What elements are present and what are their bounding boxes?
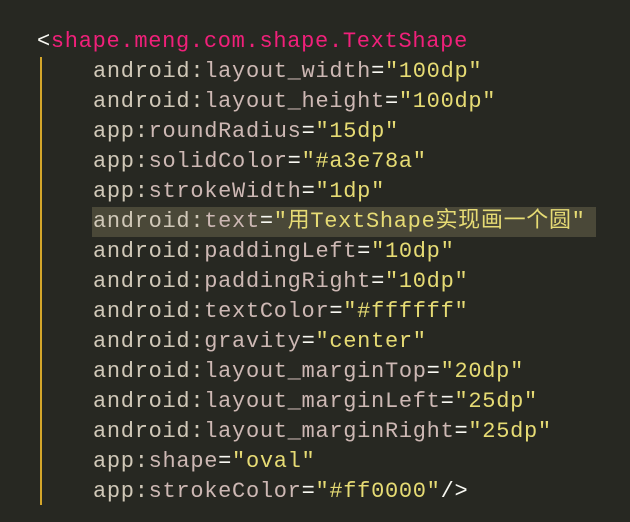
attribute-name: layout_marginTop bbox=[204, 359, 427, 384]
attribute-value: "100dp" bbox=[398, 89, 497, 114]
equals: = bbox=[301, 119, 316, 144]
attribute-value: "25dp" bbox=[454, 389, 538, 414]
attribute-name: layout_marginLeft bbox=[204, 389, 441, 414]
attribute-value: "#ffffff" bbox=[343, 299, 469, 324]
attribute-name: textColor bbox=[204, 299, 330, 324]
attribute-line[interactable]: app:shape="oval" bbox=[93, 447, 315, 477]
tag-close: /> bbox=[440, 479, 469, 504]
attribute-name: roundRadius bbox=[148, 119, 302, 144]
attribute-namespace: android bbox=[93, 269, 191, 294]
attribute-value: "10dp" bbox=[384, 269, 469, 294]
attribute-value: "#a3e78a" bbox=[301, 149, 427, 174]
equals: = bbox=[371, 59, 385, 84]
colon: : bbox=[190, 239, 205, 264]
colon: : bbox=[190, 329, 205, 354]
equals: = bbox=[357, 239, 372, 264]
attribute-line[interactable]: android:layout_marginLeft="25dp" bbox=[93, 387, 538, 417]
colon: : bbox=[190, 209, 205, 234]
attribute-value: "25dp" bbox=[468, 419, 552, 444]
attribute-value: "1dp" bbox=[315, 179, 385, 204]
attribute-namespace: app bbox=[93, 179, 135, 204]
attribute-namespace: app bbox=[93, 119, 135, 144]
attribute-namespace: android bbox=[93, 359, 191, 384]
attribute-value: "用TextShape实现画一个圆" bbox=[273, 209, 586, 234]
equals: = bbox=[454, 419, 469, 444]
attribute-line[interactable]: android:layout_marginRight="25dp" bbox=[93, 417, 552, 447]
colon: : bbox=[190, 389, 205, 414]
colon: : bbox=[134, 449, 149, 474]
attribute-line[interactable]: app:strokeColor="#ff0000"/> bbox=[93, 477, 468, 507]
colon: : bbox=[134, 119, 149, 144]
equals: = bbox=[301, 179, 316, 204]
attribute-namespace: android bbox=[93, 239, 191, 264]
attribute-line[interactable]: android:gravity="center" bbox=[93, 327, 427, 357]
attribute-namespace: android bbox=[93, 299, 191, 324]
attribute-value: "100dp" bbox=[384, 59, 483, 84]
colon: : bbox=[190, 419, 205, 444]
attribute-namespace: android bbox=[93, 89, 191, 114]
attribute-line[interactable]: android:layout_width="100dp" bbox=[93, 57, 482, 87]
attribute-namespace: app bbox=[93, 449, 135, 474]
attribute-line[interactable]: app:solidColor="#a3e78a" bbox=[93, 147, 427, 177]
attribute-name: shape bbox=[148, 449, 219, 474]
equals: = bbox=[384, 89, 399, 114]
attribute-namespace: android bbox=[93, 59, 191, 84]
colon: : bbox=[190, 359, 205, 384]
tag-name: shape.meng.com.shape.TextShape bbox=[50, 29, 468, 54]
attribute-value: "20dp" bbox=[440, 359, 524, 384]
equals: = bbox=[301, 329, 316, 354]
attribute-value: "center" bbox=[315, 329, 427, 354]
indent-guide bbox=[40, 57, 42, 505]
attribute-namespace: android bbox=[93, 329, 191, 354]
equals: = bbox=[440, 389, 455, 414]
colon: : bbox=[134, 149, 149, 174]
attribute-name: layout_width bbox=[204, 59, 372, 84]
attribute-name: paddingLeft bbox=[204, 239, 358, 264]
attribute-value: "15dp" bbox=[315, 119, 399, 144]
colon: : bbox=[190, 89, 205, 114]
attribute-line[interactable]: android:paddingLeft="10dp" bbox=[93, 237, 455, 267]
equals: = bbox=[301, 479, 316, 504]
attribute-line[interactable]: android:text="用TextShape实现画一个圆" bbox=[93, 207, 586, 237]
attribute-line[interactable]: app:roundRadius="15dp" bbox=[93, 117, 399, 147]
attribute-namespace: app bbox=[93, 149, 135, 174]
attribute-name: text bbox=[204, 209, 260, 234]
attribute-namespace: android bbox=[93, 389, 191, 414]
equals: = bbox=[218, 449, 233, 474]
attribute-line[interactable]: android:layout_marginTop="20dp" bbox=[93, 357, 524, 387]
colon: : bbox=[134, 479, 149, 504]
equals: = bbox=[371, 269, 385, 294]
attribute-line[interactable]: app:strokeWidth="1dp" bbox=[93, 177, 385, 207]
attribute-value: "#ff0000" bbox=[315, 479, 441, 504]
attribute-name: layout_height bbox=[204, 89, 385, 114]
attribute-name: gravity bbox=[204, 329, 302, 354]
equals: = bbox=[259, 209, 274, 234]
equals: = bbox=[329, 299, 344, 324]
colon: : bbox=[190, 299, 205, 324]
equals: = bbox=[287, 149, 302, 174]
attribute-namespace: android bbox=[93, 419, 191, 444]
attribute-value: "10dp" bbox=[371, 239, 455, 264]
equals: = bbox=[426, 359, 441, 384]
attribute-name: layout_marginRight bbox=[204, 419, 455, 444]
attribute-line[interactable]: android:layout_height="100dp" bbox=[93, 87, 496, 117]
attribute-line[interactable]: android:textColor="#ffffff" bbox=[93, 297, 468, 327]
attribute-name: strokeWidth bbox=[148, 179, 302, 204]
tag-open-line[interactable]: <shape.meng.com.shape.TextShape bbox=[37, 27, 468, 57]
open-bracket: < bbox=[37, 29, 51, 54]
attribute-line[interactable]: android:paddingRight="10dp" bbox=[93, 267, 468, 297]
attribute-name: strokeColor bbox=[148, 479, 302, 504]
attribute-value: "oval" bbox=[232, 449, 316, 474]
attribute-namespace: android bbox=[93, 209, 191, 234]
colon: : bbox=[134, 179, 149, 204]
colon: : bbox=[190, 269, 205, 294]
attribute-namespace: app bbox=[93, 479, 135, 504]
attribute-name: paddingRight bbox=[204, 269, 372, 294]
colon: : bbox=[190, 59, 205, 84]
attribute-name: solidColor bbox=[148, 149, 288, 174]
